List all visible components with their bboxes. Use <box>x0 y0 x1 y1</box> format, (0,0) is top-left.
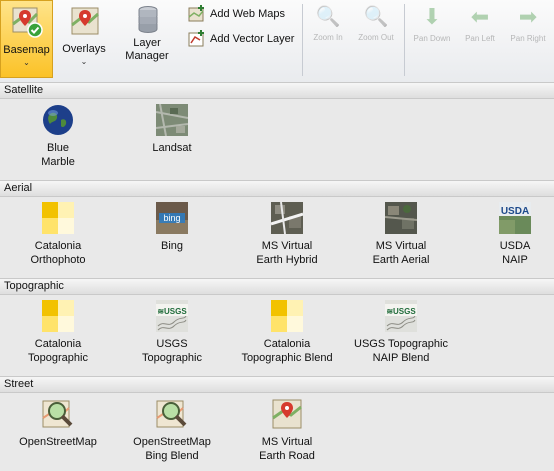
magnifier-plus-icon: 🔍 <box>315 6 341 28</box>
category-header-topographic: Topographic <box>0 278 554 295</box>
ribbon-separator <box>404 4 405 76</box>
zoom-in-label: Zoom In <box>313 33 343 42</box>
item-label: Landsat <box>152 142 192 154</box>
basemap-ms-virtual-earth-hybrid[interactable]: MS Virtual Earth Hybrid <box>232 201 342 267</box>
item-label: Bing <box>160 240 184 252</box>
pan-left-button[interactable]: ⬅ Pan Left <box>460 4 500 74</box>
arrow-right-icon: ➡ <box>518 4 538 29</box>
ribbon-separator <box>302 4 303 76</box>
layer-manager-label: Layer Manager <box>125 37 169 62</box>
database-layers-icon <box>138 6 158 33</box>
item-label: Blue Marble <box>41 142 75 168</box>
basemap-openstreetmap-bing-blend[interactable]: OpenStreetMap Bing Blend <box>117 398 227 463</box>
basemap-button[interactable]: Basemap ⌄ <box>0 0 53 78</box>
magnifier-minus-icon: 🔍 <box>363 6 389 28</box>
add-vector-layer-button[interactable]: Add Vector Layer <box>188 29 294 49</box>
road-map-pin-icon <box>271 398 303 430</box>
chevron-down-icon: ⌄ <box>80 57 88 66</box>
aerial-photo-icon <box>384 202 418 234</box>
pan-right-label: Pan Right <box>510 34 546 43</box>
item-label: Catalonia Topographic Blend <box>241 338 333 364</box>
globe-icon <box>42 104 74 136</box>
chevron-down-icon: ⌄ <box>23 58 30 67</box>
bing-logo-text: bing <box>163 213 180 223</box>
zoom-in-button[interactable]: 🔍 Zoom In <box>308 4 348 74</box>
satellite-photo-icon <box>155 103 189 137</box>
item-label: OpenStreetMap <box>19 436 97 448</box>
item-label: OpenStreetMap Bing Blend <box>133 436 211 462</box>
add-web-maps-button[interactable]: Add Web Maps <box>188 4 285 24</box>
map-pin-icon <box>71 7 99 35</box>
pan-left-label: Pan Left <box>465 34 495 43</box>
basemap-catalonia-topographic[interactable]: Catalonia Topographic <box>3 300 113 365</box>
yellow-squares-icon <box>271 300 303 332</box>
basemap-landsat[interactable]: Landsat <box>117 103 227 155</box>
basemap-blue-marble[interactable]: Blue Marble <box>3 104 113 169</box>
zoom-out-button[interactable]: 🔍 Zoom Out <box>356 4 396 74</box>
pan-down-label: Pan Down <box>413 34 451 43</box>
basemap-catalonia-topographic-blend[interactable]: Catalonia Topographic Blend <box>232 300 342 365</box>
pan-down-button[interactable]: ⬇ Pan Down <box>412 4 452 74</box>
usda-logo-text: USDA <box>501 206 529 217</box>
item-label: MS Virtual Earth Hybrid <box>256 240 318 266</box>
osm-magnifier-icon <box>42 398 74 430</box>
map-check-icon <box>12 7 43 38</box>
basemap-openstreetmap[interactable]: OpenStreetMap <box>3 398 113 449</box>
usgs-logo-text: ≋USGS <box>157 307 187 316</box>
add-vector-layer-icon <box>188 30 204 47</box>
item-label: USGS Topographic NAIP Blend <box>354 338 448 364</box>
usda-icon: USDA <box>499 202 531 234</box>
overlays-label: Overlays <box>62 43 106 55</box>
usgs-logo-text: ≋USGS <box>386 307 416 316</box>
category-header-street: Street <box>0 376 554 393</box>
basemap-ms-virtual-earth-aerial[interactable]: MS Virtual Earth Aerial <box>346 202 456 267</box>
bing-icon: bing <box>156 202 188 234</box>
item-label: USDA NAIP <box>499 240 531 266</box>
pan-right-button[interactable]: ➡ Pan Right <box>508 4 548 74</box>
zoom-out-label: Zoom Out <box>358 33 394 42</box>
yellow-squares-icon <box>42 300 74 332</box>
category-header-satellite: Satellite <box>0 82 554 99</box>
item-label: MS Virtual Earth Aerial <box>372 240 430 266</box>
basemap-gallery: Satellite Blue Marble Landsat Aerial Cat… <box>0 82 554 471</box>
item-label: Catalonia Topographic <box>28 338 88 364</box>
add-web-maps-label: Add Web Maps <box>210 8 286 20</box>
overlays-button[interactable]: Overlays ⌄ <box>58 0 110 78</box>
item-label: Catalonia Orthophoto <box>30 240 86 266</box>
arrow-left-icon: ⬅ <box>470 4 490 29</box>
arrow-down-icon: ⬇ <box>422 4 442 29</box>
basemap-usgs-topographic-naip-blend[interactable]: ≋USGS USGS Topographic NAIP Blend <box>346 300 456 365</box>
category-header-aerial: Aerial <box>0 180 554 197</box>
item-label: MS Virtual Earth Road <box>259 436 315 462</box>
basemap-ms-virtual-earth-road[interactable]: MS Virtual Earth Road <box>232 398 342 463</box>
aerial-hybrid-icon <box>270 201 304 235</box>
layer-manager-button[interactable]: Layer Manager <box>120 0 174 78</box>
add-vector-layer-label: Add Vector Layer <box>210 33 295 45</box>
basemap-bing[interactable]: bing Bing <box>117 202 227 253</box>
osm-magnifier-icon <box>156 398 188 430</box>
usgs-icon: ≋USGS <box>385 300 417 332</box>
basemap-catalonia-orthophoto[interactable]: Catalonia Orthophoto <box>3 202 113 267</box>
item-label: USGS Topographic <box>142 338 202 364</box>
basemap-usda-naip[interactable]: USDA USDA NAIP <box>460 202 554 267</box>
add-map-icon <box>188 5 204 22</box>
basemap-usgs-topographic[interactable]: ≋USGS USGS Topographic <box>117 300 227 365</box>
usgs-icon: ≋USGS <box>156 300 188 332</box>
ribbon-toolbar: Basemap ⌄ Overlays ⌄ Layer Manager Add W… <box>0 0 554 83</box>
yellow-squares-icon <box>42 202 74 234</box>
basemap-label: Basemap <box>3 44 50 56</box>
